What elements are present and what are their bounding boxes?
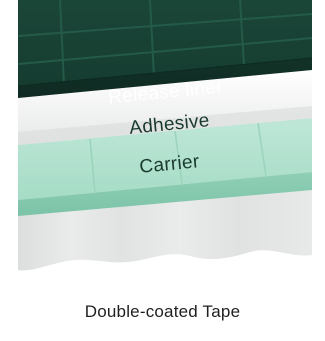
diagram-caption: Double-coated Tape [84,302,241,321]
tape-diagram: Release liner Adhesive Carrier Double-co… [0,0,325,341]
tape-layers-illustration: Release liner Adhesive Carrier [17,0,313,271]
